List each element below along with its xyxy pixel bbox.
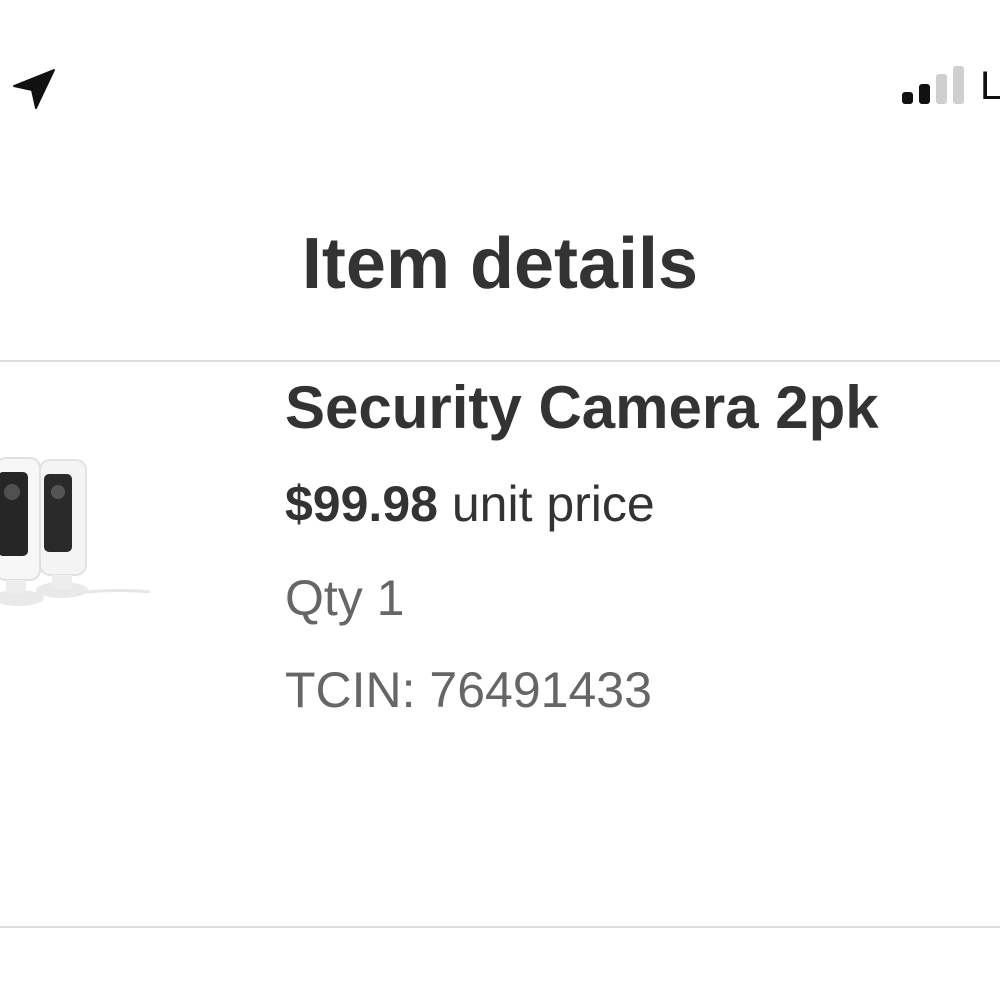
price-line: $99.98 unit price: [285, 472, 985, 536]
item-tcin: TCIN: 76491433: [285, 662, 652, 718]
carrier-text: L: [980, 64, 1000, 108]
item-quantity: Qty 1: [285, 570, 405, 626]
item-name[interactable]: Security Camera 2pk: [285, 360, 905, 450]
item-price: $99.98: [285, 476, 438, 532]
divider: [0, 926, 1000, 928]
camera-product-image: [0, 457, 151, 606]
cellular-signal-icon: [902, 66, 964, 104]
page-title: Item details: [301, 224, 699, 304]
item-details-screen: L Item details Security Camera 2pk $99.9…: [0, 0, 1000, 1000]
item-info: Security Camera 2pk $99.98 unit price Qt…: [285, 360, 985, 722]
security-camera-image[interactable]: [0, 430, 200, 630]
location-arrow-icon: [13, 69, 55, 109]
price-suffix: unit price: [451, 476, 655, 532]
status-bar: L: [0, 0, 1000, 130]
